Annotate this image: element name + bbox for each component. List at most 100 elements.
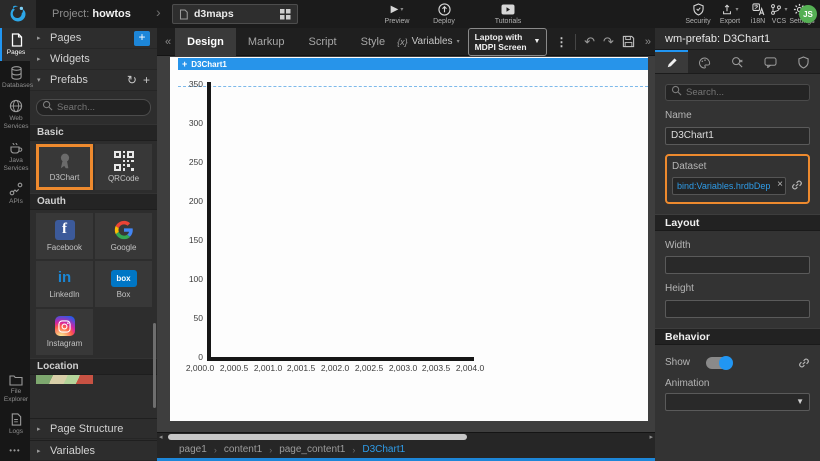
rail-item-web-services[interactable]: Web Services bbox=[0, 94, 30, 135]
award-icon bbox=[57, 152, 73, 170]
deploy-button[interactable]: Deploy bbox=[424, 2, 464, 25]
breadcrumb-d3chart1[interactable]: D3Chart1 bbox=[362, 444, 405, 455]
animation-select[interactable]: ▼ bbox=[665, 393, 810, 411]
prefab-tile-d3chart[interactable]: D3Chart bbox=[36, 144, 93, 190]
chat-bubble-icon bbox=[764, 57, 777, 68]
rail-item-java-services[interactable]: Java Services bbox=[0, 136, 30, 177]
variables-button[interactable]: {x} Variables ▾ bbox=[397, 36, 459, 47]
wavemaker-studio: Project: howtos › d3maps ▶▾ Preview Depl… bbox=[0, 0, 820, 461]
sidebar-scrollbar[interactable] bbox=[153, 323, 156, 408]
export-icon bbox=[721, 3, 733, 16]
rail-item-pages[interactable]: Pages bbox=[0, 28, 30, 61]
section-behavior: Behavior bbox=[655, 328, 820, 345]
caret-down-icon: ▾ bbox=[37, 76, 44, 84]
move-icon: + bbox=[182, 59, 187, 69]
refresh-prefabs-icon[interactable]: ↻ bbox=[127, 74, 137, 86]
bind-link-icon[interactable] bbox=[798, 357, 810, 369]
property-search-input[interactable] bbox=[665, 84, 810, 101]
prefab-tile-instagram[interactable]: Instagram bbox=[36, 309, 93, 355]
sidebar-section-variables[interactable]: ▸ Variables bbox=[30, 440, 157, 461]
page-icon bbox=[179, 9, 188, 20]
rail-item-databases[interactable]: Databases bbox=[0, 61, 30, 94]
selected-widget-header[interactable]: + D3Chart1 bbox=[178, 58, 648, 70]
more-icon[interactable]: ••• bbox=[0, 440, 30, 461]
tab-markup[interactable]: Markup bbox=[236, 28, 297, 56]
add-page-button[interactable]: + bbox=[134, 31, 150, 46]
tab-security[interactable] bbox=[787, 50, 820, 73]
device-selector[interactable]: Laptop with MDPI Screen ▼ bbox=[468, 28, 548, 56]
add-prefab-icon[interactable]: + bbox=[143, 74, 150, 86]
x-tick-label: 2,004.0 bbox=[448, 363, 492, 373]
width-field[interactable] bbox=[665, 256, 810, 274]
preview-button[interactable]: ▶▾ Preview bbox=[376, 2, 418, 25]
tab-messages[interactable] bbox=[754, 50, 787, 73]
breadcrumb-page-content1[interactable]: page_content1 bbox=[279, 444, 345, 455]
dataset-field[interactable] bbox=[672, 177, 786, 195]
caret-right-icon: ▸ bbox=[37, 447, 44, 455]
prefab-tile-google[interactable]: Google bbox=[95, 213, 152, 259]
bind-link-icon[interactable] bbox=[791, 179, 803, 191]
tab-styles[interactable] bbox=[688, 50, 721, 73]
tab-style[interactable]: Style bbox=[349, 28, 397, 56]
sidebar-section-prefabs[interactable]: ▾ Prefabs ↻ + bbox=[30, 70, 157, 91]
breadcrumb-content1[interactable]: content1 bbox=[224, 444, 262, 455]
show-toggle[interactable] bbox=[706, 357, 732, 369]
box-icon: box bbox=[111, 270, 137, 287]
rail-item-file-explorer[interactable]: File Explorer bbox=[0, 369, 30, 408]
rail-item-logs[interactable]: Logs bbox=[0, 408, 30, 440]
breadcrumb-page1[interactable]: page1 bbox=[179, 444, 207, 455]
caret-right-icon: ▸ bbox=[37, 55, 44, 63]
app-logo-icon[interactable] bbox=[0, 0, 36, 28]
height-field[interactable] bbox=[665, 300, 810, 318]
rail-item-apis[interactable]: APIs bbox=[0, 177, 30, 210]
chevron-right-icon: › bbox=[156, 4, 161, 20]
save-icon[interactable] bbox=[622, 35, 635, 48]
prefab-tile-linkedin[interactable]: in LinkedIn bbox=[36, 261, 93, 307]
page-selector[interactable]: d3maps bbox=[172, 4, 298, 24]
undo-icon[interactable]: ↶ bbox=[584, 35, 595, 49]
security-button[interactable]: Security bbox=[681, 2, 715, 25]
search-icon bbox=[42, 100, 53, 111]
collapse-left-panel-icon[interactable]: « bbox=[161, 36, 175, 48]
y-tick-label: 50 bbox=[170, 313, 203, 323]
tab-inspect[interactable] bbox=[721, 50, 754, 73]
google-icon bbox=[114, 220, 134, 240]
tutorials-button[interactable]: Tutorials bbox=[486, 2, 530, 25]
clear-binding-icon[interactable]: × bbox=[777, 179, 783, 190]
breadcrumb-separator-icon: › bbox=[214, 445, 217, 455]
prefab-tile-box[interactable]: box Box bbox=[95, 261, 152, 307]
sidebar-section-widgets[interactable]: ▸ Widgets bbox=[30, 49, 157, 70]
height-label: Height bbox=[665, 283, 810, 294]
linkedin-icon: in bbox=[58, 269, 71, 287]
caret-right-icon: ▸ bbox=[37, 425, 44, 433]
y-tick-label: 0 bbox=[170, 352, 203, 362]
tab-design[interactable]: Design bbox=[175, 28, 236, 56]
branch-icon bbox=[770, 3, 782, 16]
sidebar-section-pages[interactable]: ▸ Pages + bbox=[30, 28, 157, 49]
prefab-tile-map-partial[interactable] bbox=[36, 375, 93, 384]
more-options-icon[interactable]: ⋮ bbox=[555, 35, 567, 49]
expand-right-panel-icon[interactable]: » bbox=[643, 36, 651, 48]
select-caret-icon: ▼ bbox=[534, 38, 541, 45]
chevron-down-icon: ▾ bbox=[735, 6, 738, 13]
scrollbar-thumb[interactable] bbox=[168, 434, 467, 440]
sidebar-section-page-structure[interactable]: ▸ Page Structure bbox=[30, 418, 157, 439]
tab-script[interactable]: Script bbox=[297, 28, 349, 56]
user-avatar[interactable]: JS bbox=[799, 5, 817, 23]
prefab-search bbox=[36, 97, 151, 116]
prefab-tile-qrcode[interactable]: QRCode bbox=[95, 144, 152, 190]
export-button[interactable]: ▾ Export bbox=[714, 2, 746, 25]
name-field[interactable] bbox=[665, 127, 810, 145]
breadcrumb-separator-icon: › bbox=[352, 445, 355, 455]
grid-icon[interactable] bbox=[280, 9, 291, 20]
dataset-group-highlighted: Dataset × bbox=[665, 154, 810, 204]
chart-x-axis bbox=[207, 357, 474, 361]
prefab-tile-facebook[interactable]: f Facebook bbox=[36, 213, 93, 259]
design-canvas[interactable]: + D3Chart1 350 300 250 200 150 100 50 0 … bbox=[170, 57, 648, 421]
editor-toolbar: « Design Markup Script Style {x} Variabl… bbox=[157, 28, 655, 56]
pencil-icon bbox=[666, 57, 678, 69]
shield-icon bbox=[693, 3, 704, 16]
prefab-search-input[interactable] bbox=[36, 99, 151, 116]
tab-properties[interactable] bbox=[655, 50, 688, 73]
redo-icon[interactable]: ↷ bbox=[603, 35, 614, 49]
